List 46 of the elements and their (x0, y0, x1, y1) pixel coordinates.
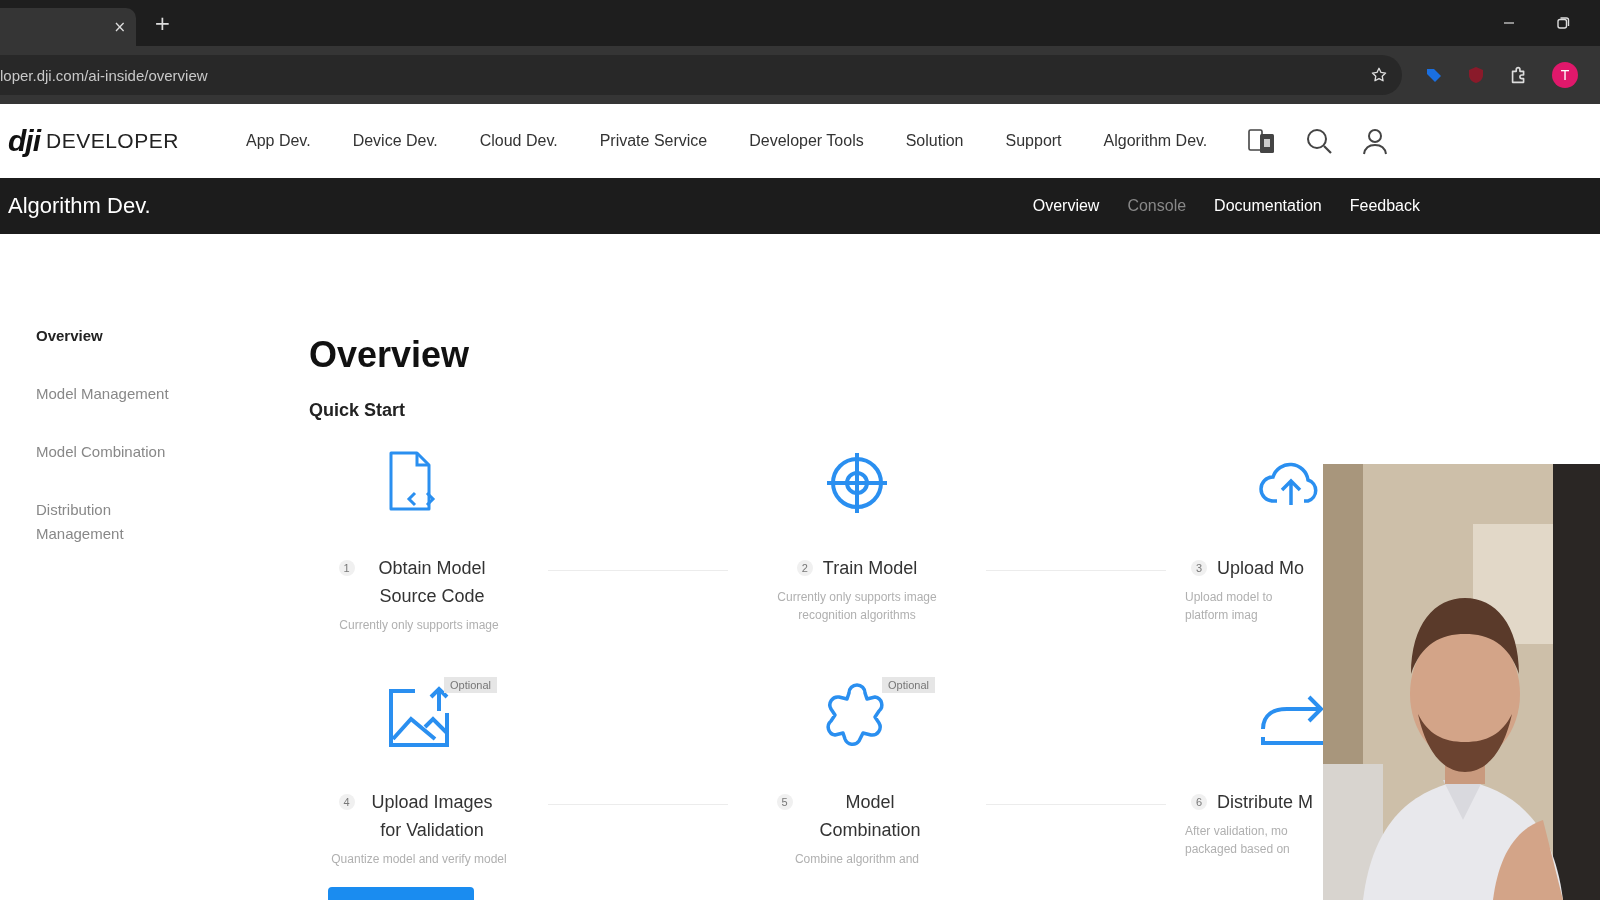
step-title: Train Model (822, 557, 918, 580)
subnav-link[interactable]: Overview (1032, 197, 1100, 215)
step-title: Upload Mo (1217, 557, 1305, 580)
nav-link[interactable]: Private Service (599, 132, 708, 150)
nav-link[interactable]: Developer Tools (749, 132, 864, 150)
step-number: 4 (338, 794, 355, 810)
step-title: Model Combination (818, 791, 922, 842)
section-title: Algorithm Dev. (8, 193, 151, 219)
url-text: loper.dji.com/ai-inside/overview (0, 66, 208, 84)
step-number: 3 (1191, 560, 1207, 576)
sidebar-item[interactable]: Model Management (36, 382, 196, 406)
subnav-link[interactable]: Feedback (1349, 197, 1420, 215)
step-number: 1 (338, 560, 355, 576)
optional-tag: Optional (882, 677, 935, 693)
sidebar-item[interactable]: Model Combination (36, 440, 196, 464)
step-title: Obtain Model Source Code (377, 557, 487, 608)
new-tab-button[interactable]: + (154, 11, 171, 35)
step-number: 5 (776, 794, 793, 810)
logo-mark[interactable]: dji (8, 124, 40, 158)
step-number: 2 (796, 560, 813, 576)
nav-link[interactable]: Cloud Dev. (479, 132, 558, 150)
optional-tag: Optional (444, 677, 497, 693)
nav-link[interactable]: Support (1005, 132, 1062, 150)
nav-link[interactable]: Device Dev. (352, 132, 438, 150)
close-icon[interactable]: × (113, 18, 126, 36)
section-heading: Quick Start (309, 400, 407, 421)
brand-name[interactable]: DEVELOPER (46, 129, 179, 153)
step-description: After validation, mo packaged based on (1185, 823, 1290, 858)
sidebar-item[interactable]: Overview (36, 324, 196, 348)
nav-link[interactable]: App Dev. (246, 132, 311, 150)
nav-link[interactable]: Solution (905, 132, 964, 150)
step-description: Quantize model and verify model (331, 851, 507, 868)
profile-avatar[interactable]: T (1552, 62, 1578, 88)
step-description: Currently only supports image recognition algorithms (777, 589, 937, 624)
step-title: Upload Images for Validation (370, 791, 494, 842)
step-description: Combine algorithm and (794, 851, 920, 868)
nav-link[interactable]: Algorithm Dev. (1103, 132, 1208, 150)
browser-tab[interactable]: × (0, 8, 136, 46)
sidebar-item[interactable]: Distribution Management (36, 498, 196, 546)
step-number: 6 (1191, 794, 1207, 810)
step-description: Currently only supports image (339, 617, 499, 634)
page-title: Overview (309, 334, 471, 376)
subnav-link[interactable]: Documentation (1214, 197, 1322, 215)
step-description: Upload model to platform imag (1185, 589, 1273, 624)
address-field[interactable]: loper.dji.com/ai-inside/overview (0, 55, 1402, 95)
step-title: Distribute M (1217, 791, 1314, 814)
